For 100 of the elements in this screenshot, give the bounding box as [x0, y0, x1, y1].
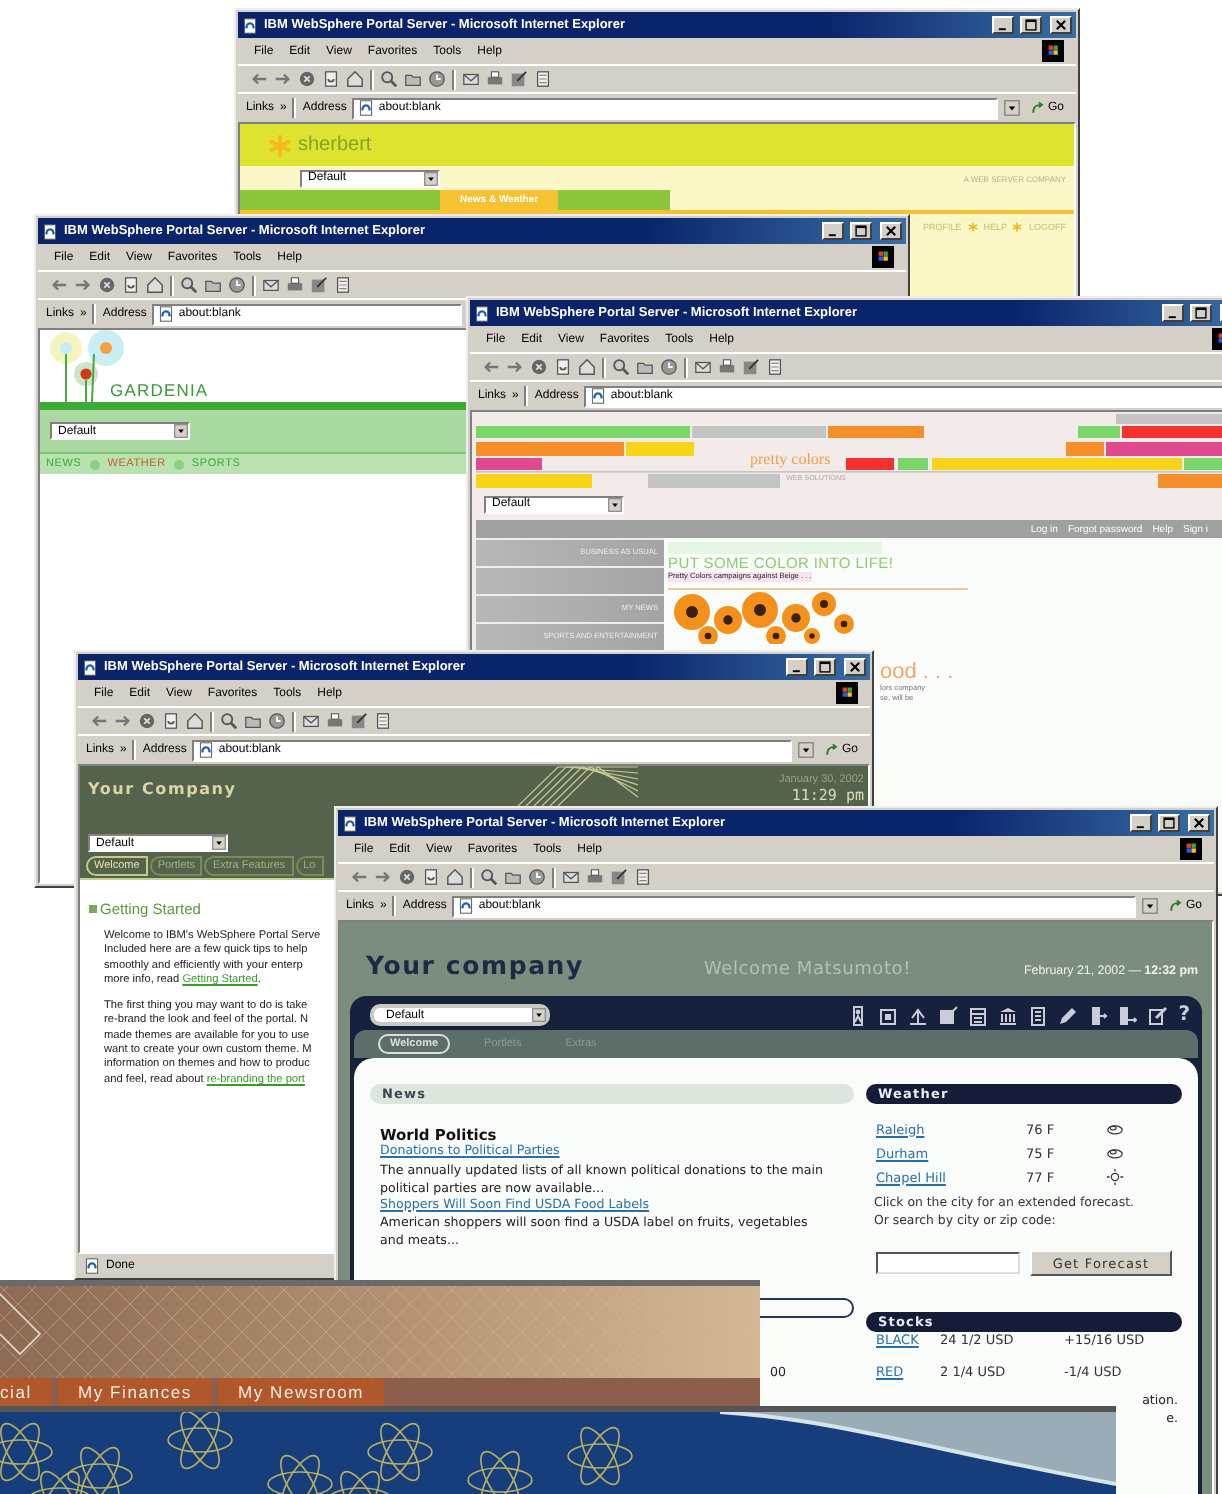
search-icon[interactable] [220, 712, 238, 730]
printer-icon[interactable] [286, 276, 304, 294]
refresh-icon[interactable] [322, 70, 340, 88]
mail-icon[interactable] [262, 276, 280, 294]
exit-icon[interactable] [1118, 1005, 1139, 1025]
minimize-button[interactable] [1130, 814, 1152, 832]
clock-icon[interactable] [228, 276, 246, 294]
maximize-button[interactable] [1020, 16, 1042, 34]
close-button[interactable] [1050, 16, 1072, 34]
back-icon[interactable] [482, 358, 500, 376]
search-field[interactable] [876, 1252, 1020, 1274]
home-icon[interactable] [186, 712, 204, 730]
person-icon[interactable] [848, 1005, 869, 1025]
notepad-icon[interactable] [350, 712, 368, 730]
help-button[interactable]: ? [1178, 1005, 1190, 1025]
asterisk-icon [1012, 222, 1023, 232]
dropdown-arrow-icon[interactable] [1141, 898, 1158, 914]
printer-icon[interactable] [486, 70, 504, 88]
mail-icon[interactable] [462, 70, 480, 88]
page-icon[interactable] [534, 70, 552, 88]
search-icon[interactable] [612, 358, 630, 376]
mail-icon[interactable] [694, 358, 712, 376]
calendar-icon[interactable] [968, 1005, 989, 1025]
page-icon[interactable] [374, 712, 392, 730]
forward-icon[interactable] [114, 712, 132, 730]
page-icon[interactable] [766, 358, 784, 376]
clock-icon[interactable] [428, 70, 446, 88]
printer-icon[interactable] [586, 868, 604, 886]
mail-icon[interactable] [562, 868, 580, 886]
refresh-icon[interactable] [162, 712, 180, 730]
maximize-icon [818, 660, 832, 674]
close-button[interactable] [1188, 814, 1210, 832]
folder-icon[interactable] [244, 712, 262, 730]
back-icon[interactable] [250, 70, 268, 88]
folder-icon[interactable] [504, 868, 522, 886]
minimize-button[interactable] [1162, 304, 1184, 322]
clipboard-icon[interactable] [1028, 1005, 1049, 1025]
search-icon[interactable] [380, 70, 398, 88]
dropdown-arrow-icon[interactable] [797, 742, 814, 758]
forward-icon[interactable] [74, 276, 92, 294]
minimize-button[interactable] [786, 658, 808, 676]
building-icon[interactable] [998, 1005, 1019, 1025]
stop-icon[interactable] [530, 358, 548, 376]
page-icon [84, 1257, 100, 1273]
page-icon[interactable] [634, 868, 652, 886]
folder-icon[interactable] [404, 70, 422, 88]
clock-icon[interactable] [660, 358, 678, 376]
close-icon [884, 224, 898, 238]
stop-icon[interactable] [138, 712, 156, 730]
maximize-button[interactable] [814, 658, 836, 676]
back-icon[interactable] [90, 712, 108, 730]
minimize-button[interactable] [822, 222, 844, 240]
brand-name: Your Company [88, 780, 237, 798]
mail-icon[interactable] [302, 712, 320, 730]
folder-icon[interactable] [204, 276, 222, 294]
home-icon[interactable] [446, 868, 464, 886]
home-icon[interactable] [578, 358, 596, 376]
home-icon[interactable] [146, 276, 164, 294]
forward-icon[interactable] [274, 70, 292, 88]
clock-icon[interactable] [268, 712, 286, 730]
notepad-icon[interactable] [510, 70, 528, 88]
notepad-icon[interactable] [742, 358, 760, 376]
close-button[interactable] [844, 658, 866, 676]
maximize-button[interactable] [850, 222, 872, 240]
refresh-icon[interactable] [422, 868, 440, 886]
home-icon[interactable] [346, 70, 364, 88]
document-icon[interactable] [878, 1005, 899, 1025]
folder-icon[interactable] [636, 358, 654, 376]
refresh-icon[interactable] [554, 358, 572, 376]
forward-icon[interactable] [506, 358, 524, 376]
minimize-button[interactable] [992, 16, 1014, 34]
dropdown-arrow-icon[interactable] [1003, 100, 1020, 116]
printer-icon[interactable] [718, 358, 736, 376]
maximize-button[interactable] [1158, 814, 1180, 832]
forward-icon[interactable] [374, 868, 392, 886]
back-icon[interactable] [50, 276, 68, 294]
door-icon[interactable] [1088, 1005, 1109, 1025]
stop-icon[interactable] [298, 70, 316, 88]
nav-tab[interactable]: My Finances [57, 1378, 212, 1406]
search-icon[interactable] [480, 868, 498, 886]
page-icon[interactable] [334, 276, 352, 294]
notepad-icon[interactable] [610, 868, 628, 886]
notepad-icon[interactable] [310, 276, 328, 294]
back-icon[interactable] [350, 868, 368, 886]
maximize-button[interactable] [1190, 304, 1212, 322]
maximize-icon [1162, 816, 1176, 830]
notepad-icon[interactable] [938, 1005, 959, 1025]
nav-tab[interactable]: cial [0, 1378, 52, 1406]
edit-icon[interactable] [1148, 1005, 1169, 1025]
stop-icon[interactable] [98, 276, 116, 294]
ruler-icon[interactable] [908, 1005, 929, 1025]
nav-tab[interactable]: My Newsroom [217, 1378, 385, 1406]
printer-icon[interactable] [326, 712, 344, 730]
clock-icon[interactable] [528, 868, 546, 886]
close-button[interactable] [880, 222, 902, 240]
pencil-icon[interactable] [1058, 1005, 1079, 1025]
refresh-icon[interactable] [122, 276, 140, 294]
maximize-icon [1194, 306, 1208, 320]
stop-icon[interactable] [398, 868, 416, 886]
search-icon[interactable] [180, 276, 198, 294]
